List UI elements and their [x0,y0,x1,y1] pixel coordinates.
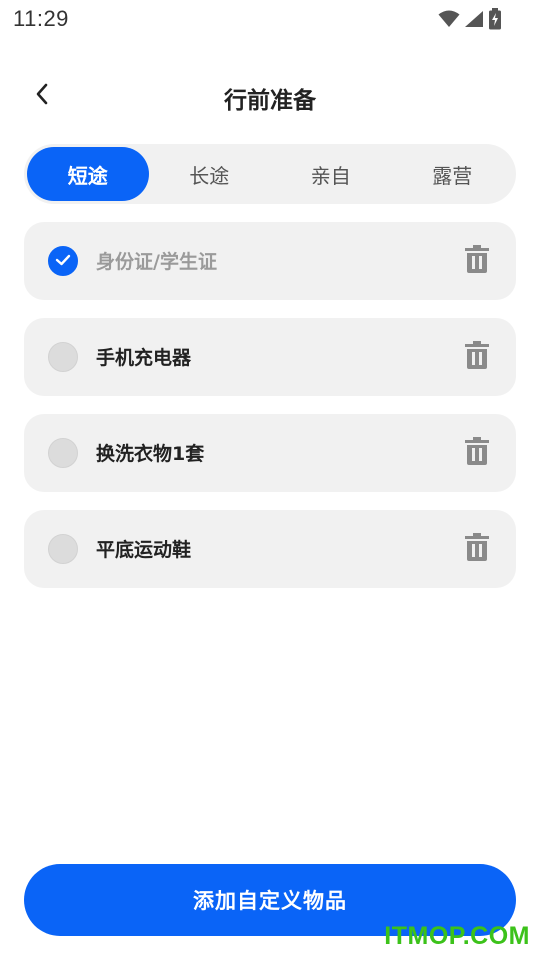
item-checkbox[interactable] [48,438,78,468]
status-bar: 11:29 [0,0,540,38]
battery-charging-icon [488,8,502,34]
trash-icon [465,341,489,373]
tab-long-trip[interactable]: 长途 [149,147,271,201]
delete-button[interactable] [464,245,490,277]
item-label: 换洗衣物1套 [96,443,205,465]
wifi-icon [438,10,460,32]
trash-icon [465,533,489,565]
list-item: 换洗衣物1套 [24,414,516,492]
item-checkbox[interactable] [48,342,78,372]
page-title: 行前准备 [224,88,316,114]
item-label: 手机充电器 [96,347,192,369]
delete-button[interactable] [464,341,490,373]
item-checkbox[interactable] [48,246,78,276]
packing-list: 身份证/学生证 手机充电器 换洗衣物1套 平底运动鞋 [24,222,516,606]
tab-family-trip[interactable]: 亲自 [270,147,392,201]
signal-icon [464,10,484,32]
delete-button[interactable] [464,533,490,565]
header: 行前准备 [0,70,540,122]
list-item: 平底运动鞋 [24,510,516,588]
checkmark-icon [55,252,71,271]
item-label: 平底运动鞋 [96,539,192,561]
item-label: 身份证/学生证 [96,251,217,273]
delete-button[interactable] [464,437,490,469]
tab-camping[interactable]: 露营 [392,147,514,201]
item-checkbox[interactable] [48,534,78,564]
trash-icon [465,437,489,469]
watermark: ITMOP.COM [384,922,530,950]
trash-icon [465,245,489,277]
list-item: 手机充电器 [24,318,516,396]
trip-type-tabs: 短途 长途 亲自 露营 [24,144,516,204]
status-icons [438,8,502,34]
tab-short-trip[interactable]: 短途 [27,147,149,201]
list-item: 身份证/学生证 [24,222,516,300]
status-time: 11:29 [13,6,69,31]
